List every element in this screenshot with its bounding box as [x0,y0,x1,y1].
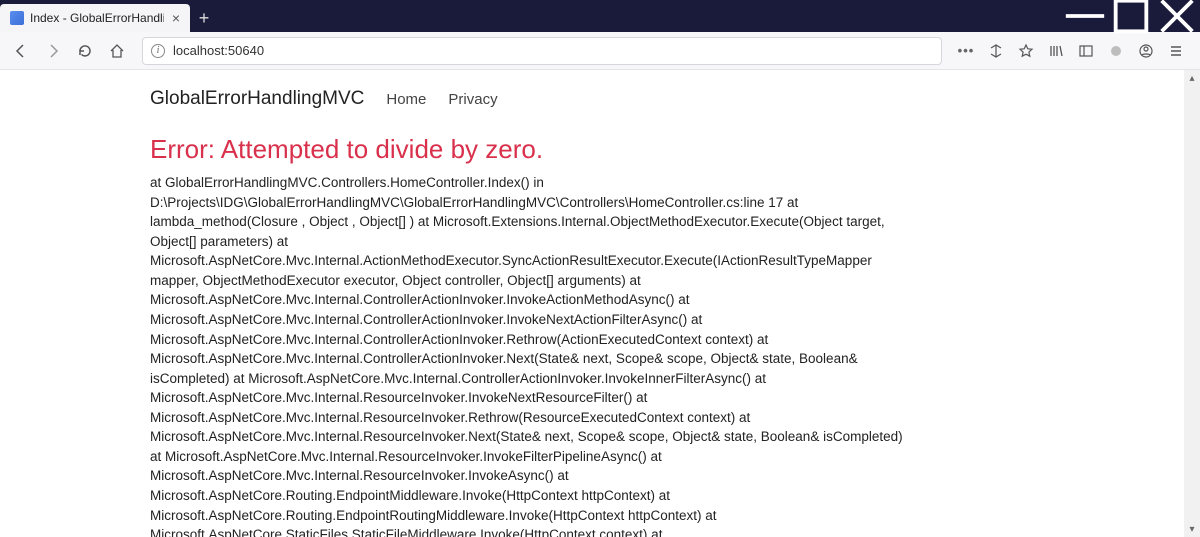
window-titlebar: Index - GlobalErrorHandlingM × + [0,0,1200,32]
vertical-scrollbar[interactable]: ▴ ▾ [1184,70,1200,537]
site-brand[interactable]: GlobalErrorHandlingMVC [150,88,364,110]
close-tab-icon[interactable]: × [170,10,182,26]
page-actions-icon[interactable]: ••• [952,36,980,66]
library-icon[interactable] [1042,36,1070,66]
window-close-button[interactable] [1154,0,1200,32]
nav-link-privacy[interactable]: Privacy [448,91,497,108]
error-heading: Error: Attempted to divide by zero. [150,134,910,165]
home-button[interactable] [102,36,132,66]
address-bar-url: localhost:50640 [173,43,933,58]
forward-button[interactable] [38,36,68,66]
reload-button[interactable] [70,36,100,66]
account-icon[interactable] [1132,36,1160,66]
scroll-up-icon[interactable]: ▴ [1184,70,1200,86]
menu-icon[interactable] [1162,36,1190,66]
nav-link-home[interactable]: Home [386,91,426,108]
browser-toolbar: i localhost:50640 ••• [0,32,1200,70]
reader-view-icon[interactable] [982,36,1010,66]
bookmark-star-icon[interactable] [1012,36,1040,66]
browser-tab-active[interactable]: Index - GlobalErrorHandlingM × [0,4,190,32]
site-navbar: GlobalErrorHandlingMVC Home Privacy [0,88,1200,124]
window-maximize-button[interactable] [1108,0,1154,32]
page-viewport: GlobalErrorHandlingMVC Home Privacy Erro… [0,70,1200,537]
site-info-icon[interactable]: i [151,44,165,58]
scroll-down-icon[interactable]: ▾ [1184,521,1200,537]
sidebar-icon[interactable] [1072,36,1100,66]
tab-title: Index - GlobalErrorHandlingM [30,11,164,25]
new-tab-button[interactable]: + [190,4,218,32]
extension-icon[interactable] [1102,36,1130,66]
address-bar[interactable]: i localhost:50640 [142,37,942,65]
window-minimize-button[interactable] [1062,0,1108,32]
stack-trace: at GlobalErrorHandlingMVC.Controllers.Ho… [150,173,910,537]
tab-favicon [10,11,24,25]
window-controls [1062,0,1200,32]
back-button[interactable] [6,36,36,66]
